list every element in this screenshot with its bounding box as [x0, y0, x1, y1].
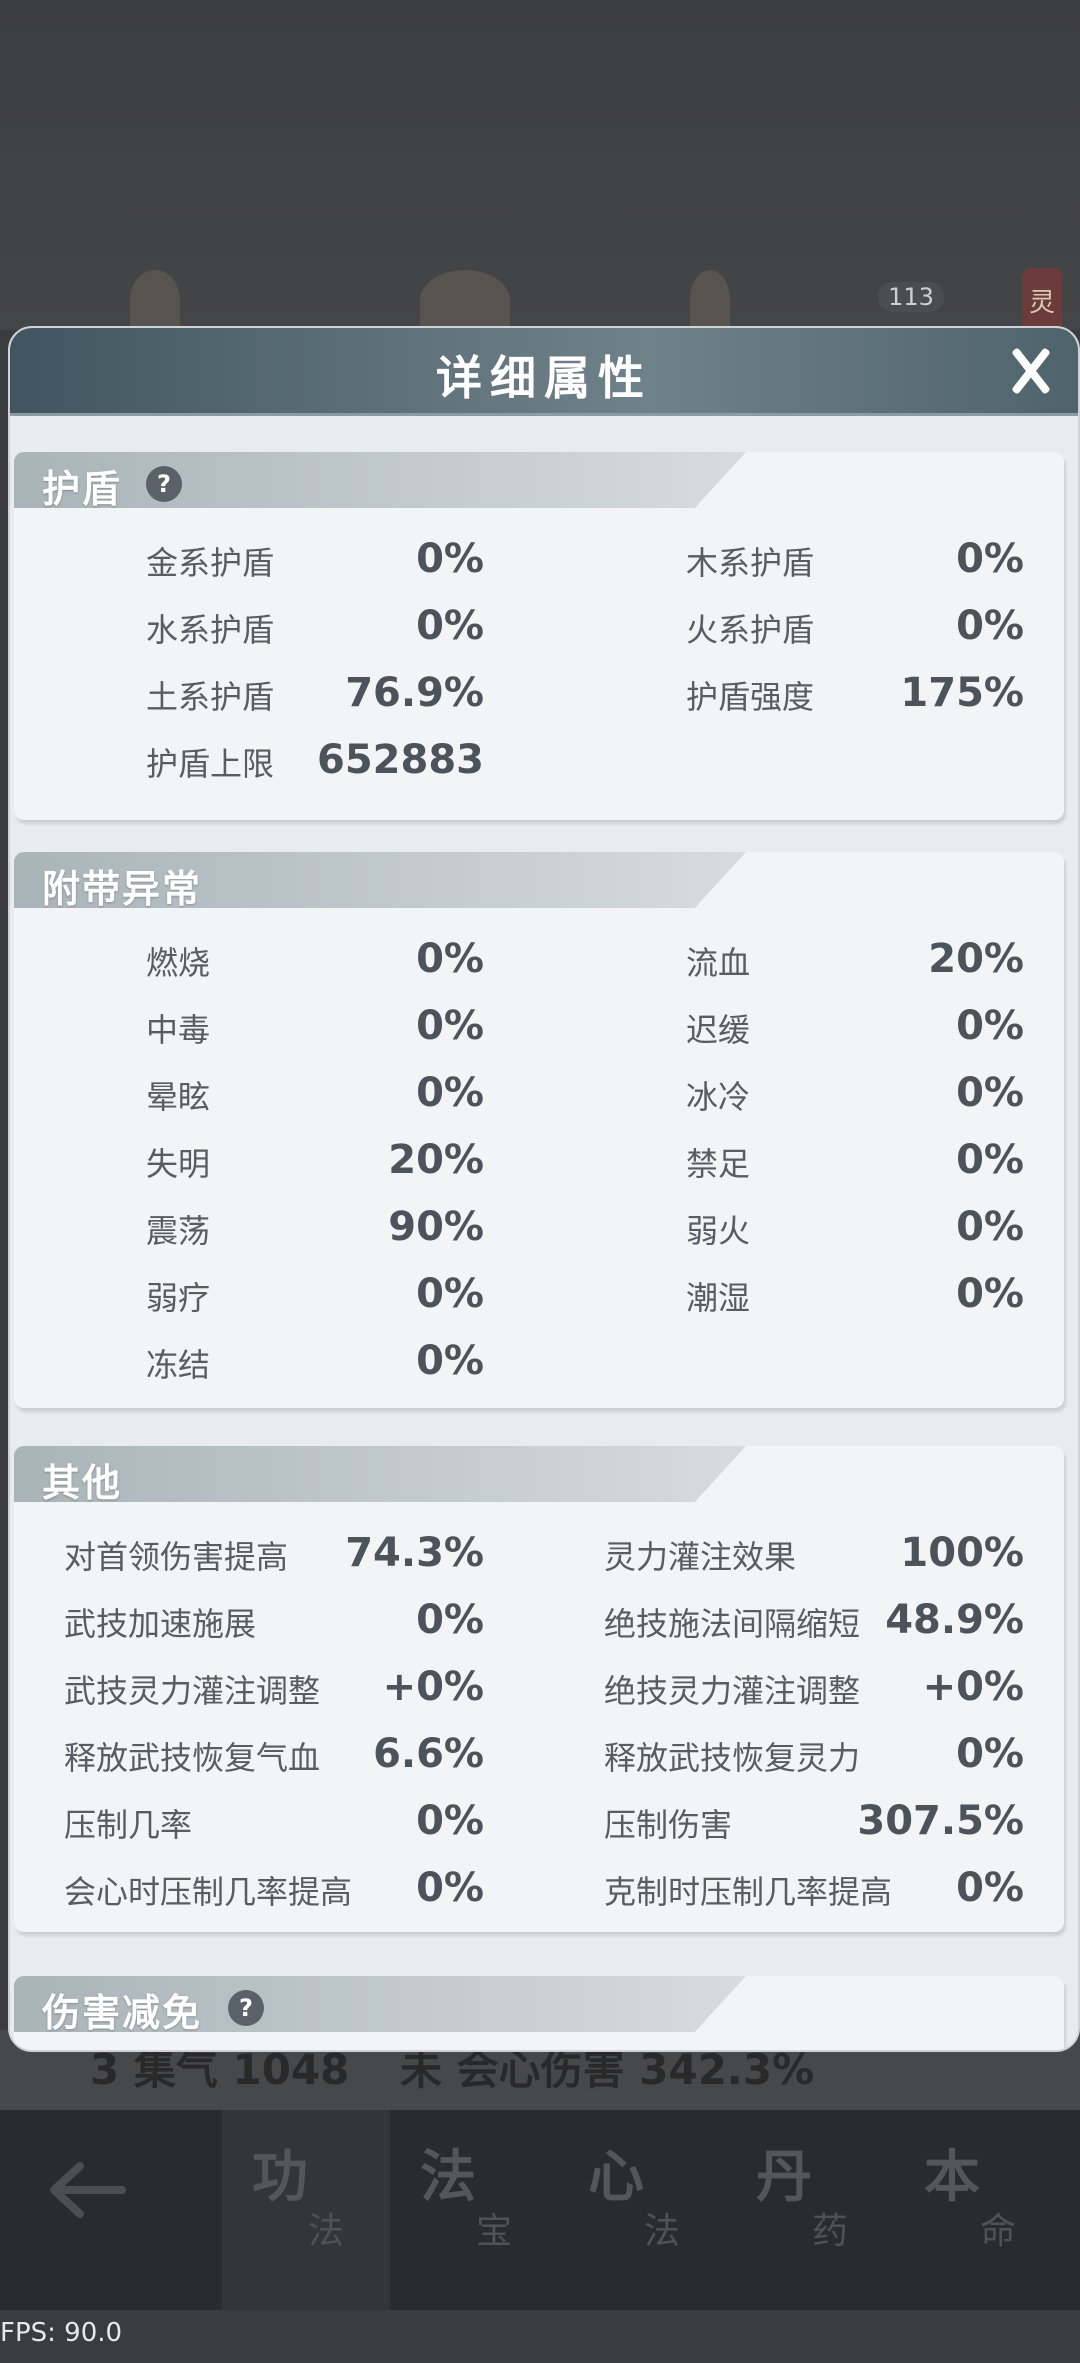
tab-fabao-label: 法	[420, 2144, 476, 2210]
stat-label: 潮湿	[686, 1279, 751, 1317]
section-header	[14, 452, 746, 508]
modal-scroll-area[interactable]: 护盾 ? 金系护盾 0% 木系护盾 0% 水系护盾 0% 火系护盾 0% 土系护…	[10, 416, 1078, 2050]
stat-value: 76.9%	[345, 670, 484, 716]
stat-label: 金系护盾	[146, 544, 275, 582]
stat-label: 震荡	[146, 1212, 211, 1250]
stat-value: 0%	[416, 1070, 484, 1116]
stat-value: 0%	[956, 1204, 1024, 1250]
help-icon[interactable]: ?	[228, 1990, 264, 2026]
background-decoration	[690, 270, 730, 330]
background-decoration	[130, 270, 180, 330]
tab-danyao-sublabel: 药	[812, 2211, 849, 2252]
stat-value: 0%	[956, 603, 1024, 649]
stat-label: 水系护盾	[146, 611, 275, 649]
detail-attributes-modal: 详细属性 护盾 ? 金系护盾 0% 木系护盾 0% 水系护盾 0% 火系护盾 0…	[8, 326, 1080, 2052]
stat-value: 0%	[416, 1798, 484, 1844]
tab-gongfa-label: 功	[252, 2144, 308, 2210]
stat-label: 失明	[146, 1145, 211, 1183]
section-header	[14, 1446, 746, 1502]
tab-benming-sublabel: 命	[980, 2211, 1017, 2252]
stat-label: 木系护盾	[686, 544, 815, 582]
tab-fabao-sublabel: 宝	[476, 2211, 513, 2252]
stat-label: 武技加速施展	[64, 1605, 257, 1643]
tab-gongfa[interactable]: 功 法	[222, 2110, 390, 2310]
section-title: 其他	[42, 1461, 123, 1505]
stat-value: 0%	[416, 1271, 484, 1317]
stat-value: 0%	[956, 1137, 1024, 1183]
section-title: 附带异常	[42, 867, 203, 911]
stat-value: 100%	[900, 1530, 1024, 1576]
stat-value: 0%	[416, 1597, 484, 1643]
stat-value: 652883	[317, 737, 484, 783]
background-counter: 113	[878, 282, 944, 312]
stat-label: 禁足	[686, 1145, 751, 1183]
stat-label: 灵力灌注效果	[604, 1538, 797, 1576]
stat-value: 0%	[416, 936, 484, 982]
stat-label: 中毒	[146, 1011, 211, 1049]
stat-value: 307.5%	[857, 1798, 1024, 1844]
stat-value: 48.9%	[885, 1597, 1024, 1643]
tab-gongfa-sublabel: 法	[308, 2211, 345, 2252]
stat-value: 0%	[956, 1003, 1024, 1049]
section-title: 伤害减免	[42, 1991, 203, 2035]
help-icon[interactable]: ?	[146, 466, 182, 502]
stat-label: 冻结	[146, 1346, 211, 1384]
modal-title: 详细属性	[436, 351, 652, 405]
stat-label: 火系护盾	[686, 611, 815, 649]
stat-value: 175%	[900, 670, 1024, 716]
stat-value: +0%	[922, 1664, 1024, 1710]
stat-value: 0%	[956, 1070, 1024, 1116]
section-abnormal: 附带异常 燃烧 0% 流血 20% 中毒 0% 迟缓 0% 晕眩 0% 冰冷 0…	[14, 852, 1064, 1408]
fps-counter: FPS: 90.0	[0, 2318, 123, 2348]
stat-label: 弱疗	[146, 1279, 211, 1317]
tab-xinfa-label: 心	[588, 2144, 644, 2210]
tab-benming-label: 本	[924, 2144, 980, 2210]
section-title: 护盾	[42, 467, 123, 511]
stat-value: 90%	[388, 1204, 484, 1250]
stat-label: 迟缓	[686, 1011, 751, 1049]
stat-value: 0%	[416, 536, 484, 582]
stat-label: 压制伤害	[604, 1806, 733, 1844]
stat-label: 护盾上限	[146, 745, 275, 783]
stat-value: 0%	[416, 1865, 484, 1911]
stat-label: 晕眩	[146, 1078, 211, 1116]
stat-value: 0%	[956, 1271, 1024, 1317]
stat-value: 20%	[928, 936, 1024, 982]
tab-benming[interactable]: 本 命	[894, 2110, 1062, 2310]
stat-value: 0%	[956, 536, 1024, 582]
section-damage-reduction: 伤害减免 ?	[14, 1976, 1064, 2050]
section-shield: 护盾 ? 金系护盾 0% 木系护盾 0% 水系护盾 0% 火系护盾 0% 土系护…	[14, 452, 1064, 820]
stat-label: 弱火	[686, 1212, 751, 1250]
stat-value: 0%	[956, 1731, 1024, 1777]
stat-label: 冰冷	[686, 1078, 751, 1116]
stat-label: 护盾强度	[686, 678, 815, 716]
tab-xinfa[interactable]: 心 法	[558, 2110, 726, 2310]
stat-label: 对首领伤害提高	[64, 1538, 289, 1576]
stat-value: 0%	[416, 1338, 484, 1384]
tab-xinfa-sublabel: 法	[644, 2211, 681, 2252]
stat-value: +0%	[382, 1664, 484, 1710]
tab-danyao-label: 丹	[756, 2144, 812, 2210]
back-button[interactable]	[40, 2150, 140, 2230]
modal-header: 详细属性	[10, 328, 1078, 416]
stat-value: 6.6%	[373, 1731, 484, 1777]
close-icon[interactable]	[1000, 340, 1062, 402]
stat-label: 流血	[686, 944, 751, 982]
back-arrow-icon	[50, 2162, 126, 2218]
stat-value: 0%	[416, 1003, 484, 1049]
tab-fabao[interactable]: 法 宝	[390, 2110, 558, 2310]
section-other: 其他 对首领伤害提高 74.3% 灵力灌注效果 100% 武技加速施展 0% 绝…	[14, 1446, 1064, 1932]
stat-label: 压制几率	[64, 1806, 193, 1844]
tab-danyao[interactable]: 丹 药	[726, 2110, 894, 2310]
stat-value: 0%	[416, 603, 484, 649]
stat-value: 74.3%	[345, 1530, 484, 1576]
stat-label: 燃烧	[146, 944, 211, 982]
stat-value: 20%	[388, 1137, 484, 1183]
stat-value: 0%	[956, 1865, 1024, 1911]
stat-label: 土系护盾	[146, 678, 275, 716]
background-decoration	[420, 270, 510, 330]
